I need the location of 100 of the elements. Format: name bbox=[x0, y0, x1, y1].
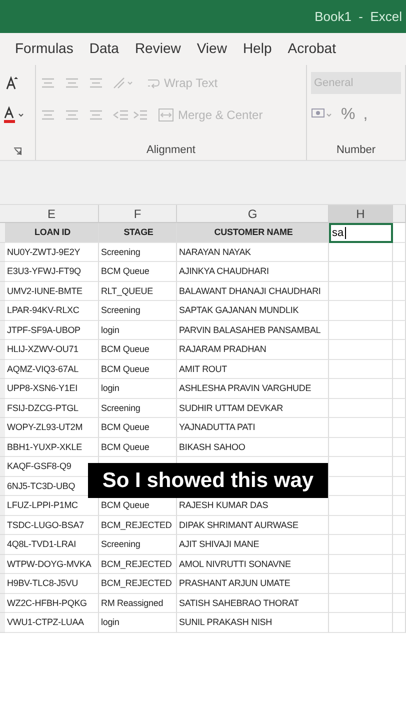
table-cell: BCM Queue bbox=[99, 262, 177, 282]
table-cell: Screening bbox=[99, 242, 177, 262]
table-cell: login bbox=[99, 320, 177, 340]
row-header[interactable] bbox=[0, 360, 5, 379]
row-header[interactable] bbox=[0, 516, 5, 535]
table-header-cell: LOAN ID bbox=[5, 223, 99, 242]
table-cell: DIPAK SHRIMANT AURWASE bbox=[177, 516, 329, 535]
row-header[interactable] bbox=[0, 301, 5, 320]
active-cell[interactable]: sa bbox=[329, 223, 393, 242]
row-header[interactable] bbox=[0, 320, 5, 340]
row-header[interactable] bbox=[0, 282, 5, 301]
table-cell: login bbox=[99, 613, 177, 632]
table-cell: H9BV-TLC8-J5VU bbox=[5, 574, 99, 594]
table-cell: LPAR-94KV-RLXC bbox=[5, 301, 99, 320]
table-cell: NU0Y-ZWTJ-9E2Y bbox=[5, 242, 99, 262]
table-cell: LFUZ-LPPI-P1MC bbox=[5, 496, 99, 516]
table-cell: YAJNADUTTA PATI bbox=[177, 418, 329, 438]
row-header[interactable] bbox=[0, 457, 5, 476]
window-title: Book1 - Excel bbox=[314, 9, 402, 24]
table-cell: BIKASH SAHOO bbox=[177, 438, 329, 457]
indent-icons[interactable] bbox=[112, 108, 148, 122]
group-label: Alignment bbox=[146, 144, 196, 156]
table-cell: UPP8-XSN6-Y1EI bbox=[5, 379, 99, 398]
table-cell: AMOL NIVRUTTI SONAVNE bbox=[177, 554, 329, 574]
ribbon-tab[interactable]: Help bbox=[238, 40, 283, 58]
row-header[interactable] bbox=[0, 535, 5, 554]
table-cell: login bbox=[99, 379, 177, 398]
column-header[interactable]: E bbox=[5, 205, 99, 223]
video-caption: So I showed this way bbox=[88, 463, 328, 498]
table-cell: RM Reassigned bbox=[99, 594, 177, 613]
top-align-icon[interactable] bbox=[40, 76, 56, 90]
table-cell: JTPF-SF9A-UBOP bbox=[5, 320, 99, 340]
ribbon-tab[interactable]: Review bbox=[130, 40, 192, 58]
table-cell: BALAWANT DHANAJI CHAUDHARI bbox=[177, 282, 329, 301]
align-center-icon[interactable] bbox=[64, 108, 80, 122]
table-cell: KAQF-GSF8-Q9 bbox=[5, 457, 99, 476]
bottom-align-icon[interactable] bbox=[88, 76, 104, 90]
ribbon-tab[interactable]: Formulas bbox=[10, 40, 84, 58]
row-header[interactable] bbox=[0, 223, 5, 242]
row-header[interactable] bbox=[0, 398, 5, 418]
row-header[interactable] bbox=[0, 594, 5, 613]
table-cell: BCM Queue bbox=[99, 496, 177, 516]
table-cell: SUDHIR UTTAM DEVKAR bbox=[177, 398, 329, 418]
table-cell: RAJESH KUMAR DAS bbox=[177, 496, 329, 516]
row-header[interactable] bbox=[0, 242, 5, 262]
table-cell: PARVIN BALASAHEB PANSAMBAL bbox=[177, 320, 329, 340]
row-header[interactable] bbox=[0, 613, 5, 632]
table-cell: AQMZ-VIQ3-67AL bbox=[5, 360, 99, 379]
row-header[interactable] bbox=[0, 554, 5, 574]
merge-icon bbox=[158, 108, 174, 122]
table-cell: ASHLESHA PRAVIN VARGHUDE bbox=[177, 379, 329, 398]
column-header[interactable] bbox=[393, 205, 406, 223]
column-header[interactable]: G bbox=[177, 205, 329, 223]
row-header[interactable] bbox=[0, 476, 5, 496]
table-cell: BCM Queue bbox=[99, 360, 177, 379]
table-header-cell: STAGE bbox=[99, 223, 177, 242]
group-label: Number bbox=[336, 144, 376, 156]
table-cell: NARAYAN NAYAK bbox=[177, 242, 329, 262]
table-cell: WTPW-DOYG-MVKA bbox=[5, 554, 99, 574]
row-header[interactable] bbox=[0, 438, 5, 457]
table-cell: AJINKYA CHAUDHARI bbox=[177, 262, 329, 282]
middle-align-icon[interactable] bbox=[64, 76, 80, 90]
dialog-launcher-icon[interactable] bbox=[13, 147, 22, 156]
table-cell: FSIJ-DZCG-PTGL bbox=[5, 398, 99, 418]
table-cell: SUNIL PRAKASH NISH bbox=[177, 613, 329, 632]
increase-font-icon[interactable] bbox=[4, 75, 20, 91]
table-cell: BCM Queue bbox=[99, 438, 177, 457]
row-header[interactable] bbox=[0, 379, 5, 398]
table-cell: VWU1-CTPZ-LUAA bbox=[5, 613, 99, 632]
column-header[interactable]: F bbox=[99, 205, 177, 223]
table-cell: BCM_REJECTED bbox=[99, 574, 177, 594]
align-left-icon[interactable] bbox=[40, 108, 56, 122]
table-cell: BCM Queue bbox=[99, 340, 177, 360]
row-header[interactable] bbox=[0, 574, 5, 594]
table-header-cell: CUSTOMER NAME bbox=[177, 223, 329, 242]
table-cell: SAPTAK GAJANAN MUNDLIK bbox=[177, 301, 329, 320]
table-cell: WZ2C-HFBH-PQKG bbox=[5, 594, 99, 613]
table-cell: AMIT ROUT bbox=[177, 360, 329, 379]
table-cell: AJIT SHIVAJI MANE bbox=[177, 535, 329, 554]
ribbon-tab[interactable]: Data bbox=[84, 40, 130, 58]
table-cell: Screening bbox=[99, 301, 177, 320]
table-cell: PRASHANT ARJUN UMATE bbox=[177, 574, 329, 594]
row-header[interactable] bbox=[0, 262, 5, 282]
font-color-icon[interactable] bbox=[4, 106, 26, 124]
row-header[interactable] bbox=[0, 418, 5, 438]
table-cell: E3U3-YFWJ-FT9Q bbox=[5, 262, 99, 282]
column-header[interactable]: H bbox=[329, 205, 393, 223]
table-cell: WOPY-ZL93-UT2M bbox=[5, 418, 99, 438]
table-cell: RLT_QUEUE bbox=[99, 282, 177, 301]
align-right-icon[interactable] bbox=[88, 108, 104, 122]
table-cell: BCM Queue bbox=[99, 418, 177, 438]
row-header[interactable] bbox=[0, 340, 5, 360]
ribbon-tab[interactable]: View bbox=[192, 40, 238, 58]
table-cell: BCM_REJECTED bbox=[99, 554, 177, 574]
row-header[interactable] bbox=[0, 496, 5, 516]
ribbon-tab[interactable]: Acrobat bbox=[282, 40, 347, 58]
table-cell: BBH1-YUXP-XKLE bbox=[5, 438, 99, 457]
table-cell: Screening bbox=[99, 535, 177, 554]
select-all-corner[interactable] bbox=[0, 205, 5, 223]
table-cell: HLIJ-XZWV-OU71 bbox=[5, 340, 99, 360]
